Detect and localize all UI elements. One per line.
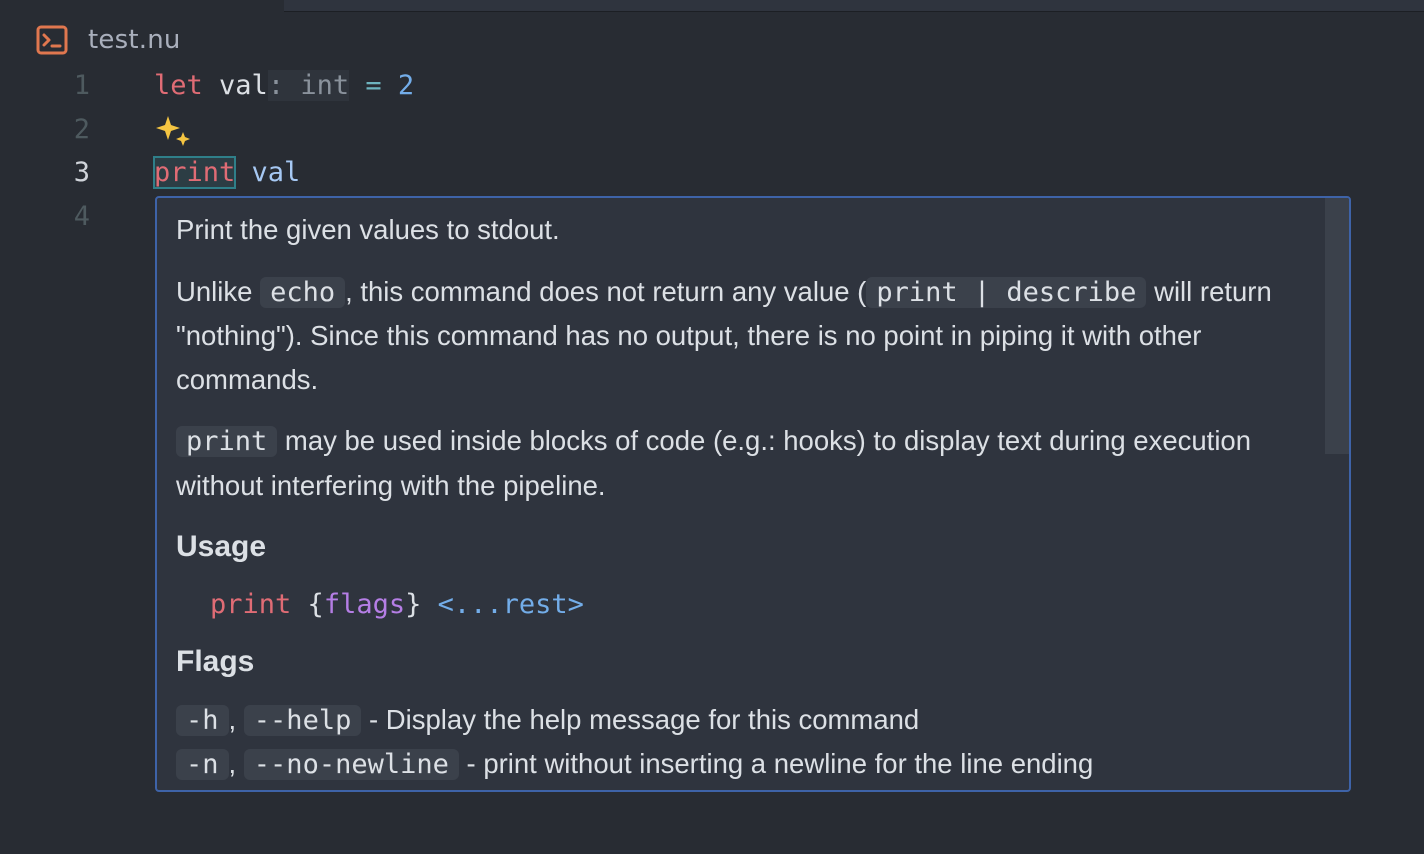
flag-no-newline: -n, --no-newline - print without inserti… <box>176 742 1316 787</box>
print-command-highlighted[interactable]: print <box>152 156 237 189</box>
popover-scrollbar[interactable] <box>1325 198 1349 454</box>
inline-code-print-describe: print | describe <box>866 276 1147 308</box>
inline-code-echo: echo <box>260 276 346 308</box>
hover-paragraph-2: print may be used inside blocks of code … <box>176 419 1316 507</box>
flag-long: --help <box>243 704 362 736</box>
para2-text: may be used inside blocks of code (e.g.:… <box>176 425 1252 501</box>
code-line-1[interactable]: let val: int = 2 <box>154 64 1354 108</box>
usage-heading: Usage <box>176 530 267 563</box>
tab-test-nu[interactable]: test.nu <box>36 20 181 60</box>
hover-paragraph-1: Unlike echo, this command does not retur… <box>176 270 1316 402</box>
hover-summary: Print the given values to stdout. <box>176 208 1316 252</box>
tab-title: test.nu <box>88 25 181 55</box>
flag-description: - Display the help message for this comm… <box>361 703 920 735</box>
summary-text: Print the given values to stdout. <box>176 214 560 245</box>
line-number: 2 <box>73 113 90 145</box>
para1-text-before: Unlike <box>176 275 261 307</box>
terminal-icon <box>36 25 68 55</box>
line-number-gutter: 1 2 3 4 <box>40 64 110 238</box>
flag-description: - print without inserting a newline for … <box>458 748 1094 779</box>
sparkle-icon[interactable] <box>154 110 194 150</box>
line-number: 1 <box>73 70 90 101</box>
inline-code-print: print <box>176 426 278 457</box>
flag-short: -h <box>176 704 229 736</box>
para1-text-middle: , this command does not return any value… <box>345 275 867 307</box>
variable-name: val <box>219 70 268 101</box>
number-literal: 2 <box>397 70 415 101</box>
flags-heading: Flags <box>176 645 255 678</box>
usage-rest: <...rest> <box>437 588 584 620</box>
variable-reference: val <box>251 157 301 188</box>
assign-operator: = <box>365 70 382 101</box>
keyword-let: let <box>154 70 203 101</box>
hover-popover[interactable]: Print the given values to stdout. Unlike… <box>155 196 1351 792</box>
line-number: 4 <box>73 200 90 232</box>
code-line-2[interactable] <box>154 108 1354 152</box>
flag-short: -n <box>176 749 229 780</box>
usage-command: print <box>210 588 292 620</box>
flag-long: --no-newline <box>243 749 459 780</box>
usage-close-brace: } <box>405 588 422 620</box>
code-line-3[interactable]: print val <box>152 151 1354 195</box>
popover-content: Print the given values to stdout. Unlike… <box>176 208 1316 791</box>
flag-help: -h, --help - Display the help message fo… <box>176 698 1316 743</box>
usage-open-brace: { <box>307 588 324 620</box>
usage-flags: flags <box>323 588 406 620</box>
usage-signature: print {flags} <...rest> <box>210 583 1316 627</box>
type-inlay-hint: : int <box>267 70 350 101</box>
flag-partial <box>176 787 1316 791</box>
line-number-active: 3 <box>73 157 90 188</box>
tab-bar-strip <box>284 0 1424 12</box>
